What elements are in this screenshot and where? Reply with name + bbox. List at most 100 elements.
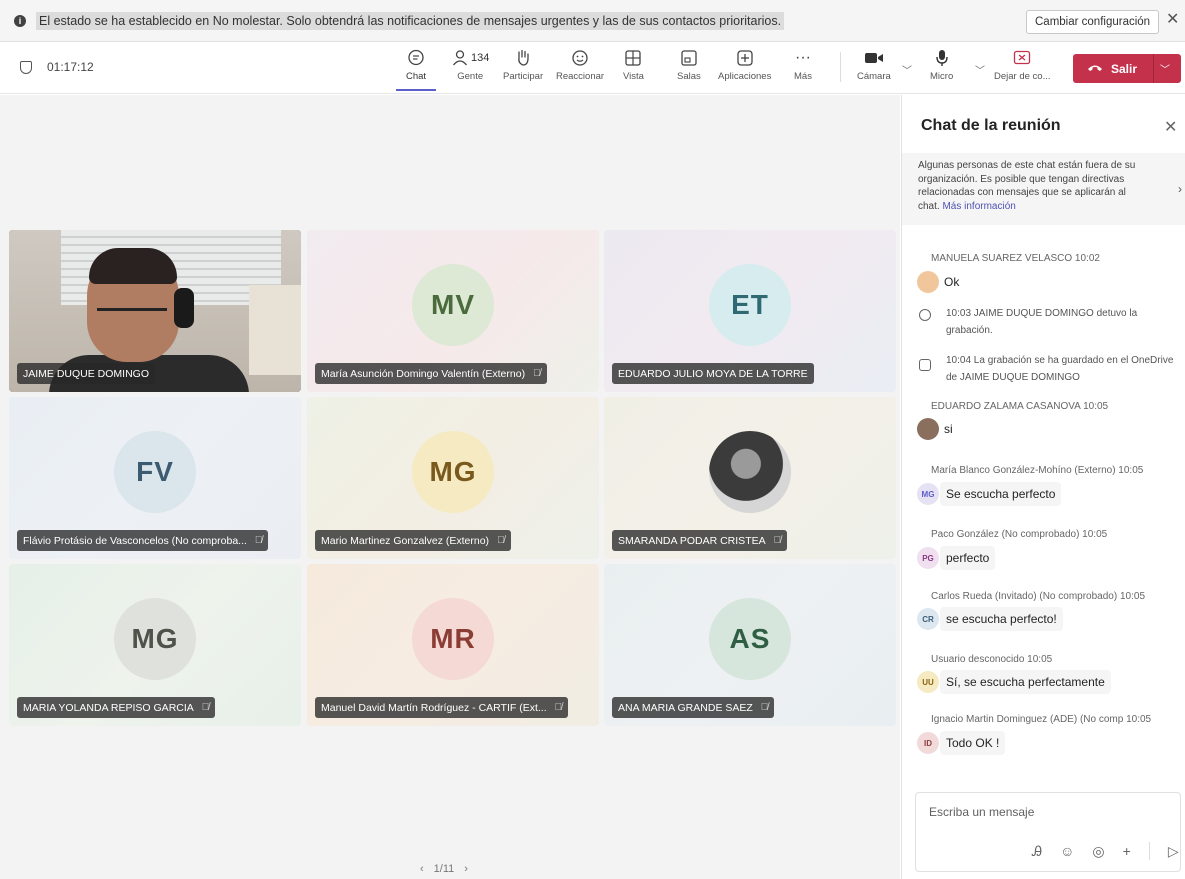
hangup-icon [1087, 61, 1103, 76]
change-settings-button[interactable]: Cambiar configuración [1026, 10, 1160, 34]
format-icon[interactable]: Ꭿ [1032, 843, 1042, 860]
profile-photo [709, 431, 791, 513]
record-stop-icon [919, 309, 931, 321]
mic-off-icon: 🎙̸ [497, 535, 505, 546]
people-count: 134 [471, 52, 490, 64]
avatar: MG [412, 431, 494, 513]
page-indicator: 1/11 [433, 863, 455, 875]
avatar: MV [412, 264, 494, 346]
view-button[interactable]: Vista [623, 48, 644, 82]
leave-divider [1153, 54, 1155, 83]
video-glasses [97, 308, 167, 322]
message-bubble: Ok [944, 275, 960, 289]
camera-icon [864, 48, 884, 68]
leave-button[interactable]: Salir ﹀ [1073, 54, 1181, 83]
people-button[interactable]: 134 Gente [451, 48, 489, 82]
timer-text: 01:17:12 [47, 60, 94, 74]
video-hair [89, 248, 177, 284]
participant-tile-mg[interactable]: MG Mario Martinez Gonzalvez (Externo) 🎙̸ [307, 397, 599, 559]
apps-button[interactable]: Aplicaciones [718, 48, 771, 82]
chevron-right-icon[interactable]: › [1178, 182, 1182, 197]
cloud-saved-icon [919, 359, 931, 371]
avatar: MG [114, 598, 196, 680]
chat-title: Chat de la reunión [921, 117, 1061, 134]
mic-off-icon: 🎙̸ [201, 702, 210, 713]
message-bubble: Se escucha perfecto [940, 482, 1062, 506]
more-info-link[interactable]: Más información [942, 201, 1015, 212]
gallery-pager: ‹ 1/11 › [420, 863, 468, 875]
more-button[interactable]: ··· Más [794, 48, 812, 82]
message-author: María Blanco González-Mohíno (Externo) 1… [931, 465, 1144, 476]
send-icon[interactable]: ▷ [1168, 843, 1179, 860]
participant-name: Mario Martinez Gonzalvez (Externo) 🎙̸ [315, 530, 511, 551]
stop-sharing-button[interactable]: Dejar de co... [994, 48, 1051, 82]
chat-button[interactable]: Chat [395, 48, 437, 91]
previous-page-icon[interactable]: ‹ [420, 863, 424, 875]
participant-tile-et[interactable]: ET EDUARDO JULIO MOYA DE LA TORRE [604, 230, 896, 392]
participant-name: Manuel David Martín Rodríguez - CARTIF (… [315, 697, 569, 718]
info-icon: i [14, 14, 26, 27]
mic-off-icon: 🎙̸ [760, 702, 769, 713]
rooms-label: Salas [677, 71, 701, 82]
notification-message: El estado se ha establecido en No molest… [36, 11, 785, 30]
camera-options-chevron-icon[interactable]: ﹀ [902, 62, 912, 77]
message-author: Paco González (No comprobado) 10:05 [931, 529, 1108, 540]
avatar: AS [709, 598, 791, 680]
view-label: Vista [623, 71, 644, 82]
shield-icon [20, 60, 32, 74]
participant-tile-jaime[interactable]: JAIME DUQUE DOMINGO [9, 230, 301, 392]
close-chat-icon[interactable]: ✕ [1164, 117, 1177, 137]
participant-tile-mg-yolanda[interactable]: MG MARIA YOLANDA REPISO GARCIA 🎙̸ [9, 564, 301, 726]
grid-icon [624, 48, 642, 68]
participant-name: MARIA YOLANDA REPISO GARCIA 🎙̸ [17, 697, 216, 718]
camera-label: Cámara [857, 71, 891, 82]
participant-name: EDUARDO JULIO MOYA DE LA TORRE [612, 363, 814, 384]
meeting-chat-panel: Chat de la reunión ✕ Algunas personas de… [901, 95, 1185, 879]
sticker-icon[interactable]: ◎ [1092, 843, 1104, 860]
rooms-button[interactable]: Salas [677, 48, 701, 82]
more-icon: ··· [794, 49, 811, 66]
camera-button[interactable]: Cámara [857, 48, 891, 82]
meeting-timer: 01:17:12 [20, 60, 94, 74]
next-page-icon[interactable]: › [464, 863, 468, 875]
avatar: MG [917, 483, 939, 505]
leave-options-chevron-icon[interactable]: ﹀ [1160, 61, 1170, 76]
message-author: Ignacio Martin Dominguez (ADE) (No comp … [931, 714, 1152, 725]
message-bubble: si [944, 422, 953, 436]
participant-tile-mr[interactable]: MR Manuel David Martín Rodríguez - CARTI… [307, 564, 599, 726]
compose-tools: Ꭿ ☺ ◎ + ▷ [1032, 842, 1179, 860]
emoji-icon[interactable]: ☺ [1060, 843, 1074, 859]
chat-icon [407, 48, 425, 68]
message-author: Carlos Rueda (Invitado) (No comprobado) … [931, 591, 1145, 602]
mic-off-icon: 🎙̸ [533, 368, 541, 379]
avatar: CR [917, 608, 939, 630]
react-button[interactable]: Reaccionar [556, 48, 604, 82]
message-bubble: Todo OK ! [940, 731, 1006, 755]
participant-tile-mv[interactable]: MV María Asunción Domingo Valentín (Exte… [307, 230, 599, 392]
participant-tile-smaranda[interactable]: SMARANDA PODAR CRISTEA 🎙̸ [604, 397, 896, 559]
compose-placeholder: Escriba un mensaje [929, 805, 1035, 819]
participant-tile-fv[interactable]: FV Flávio Protásio de Vasconcelos (No co… [9, 397, 301, 559]
chat-messages: MANUELA SUAREZ VELASCO 10:02 Ok 10:03 JA… [902, 225, 1185, 785]
mic-button[interactable]: Micro [930, 48, 953, 82]
avatar: MR [412, 598, 494, 680]
avatar: ET [709, 264, 791, 346]
message-bubble: perfecto [940, 546, 996, 570]
close-icon[interactable]: ✕ [1166, 12, 1179, 28]
participant-tile-as[interactable]: AS ANA MARIA GRANDE SAEZ 🎙̸ [604, 564, 896, 726]
stop-sharing-label: Dejar de co... [994, 71, 1051, 82]
participant-name: María Asunción Domingo Valentín (Externo… [315, 363, 547, 384]
add-icon[interactable]: + [1123, 843, 1131, 859]
avatar [917, 418, 939, 440]
message-author: MANUELA SUAREZ VELASCO 10:02 [931, 253, 1100, 264]
apps-label: Aplicaciones [718, 71, 772, 82]
add-app-icon [736, 48, 754, 68]
participant-name: Flávio Protásio de Vasconcelos (No compr… [17, 530, 269, 551]
message-compose-box[interactable]: Escriba un mensaje Ꭿ ☺ ◎ + ▷ [915, 792, 1181, 872]
microphone-icon [935, 48, 949, 68]
meeting-toolbar: 01:17:12 Chat 134 Gente Participar Reacc… [0, 42, 1185, 94]
raise-hand-button[interactable]: Participar [503, 48, 543, 82]
raise-label: Participar [503, 71, 544, 82]
mic-options-chevron-icon[interactable]: ﹀ [975, 62, 985, 77]
react-label: Reaccionar [556, 71, 605, 82]
